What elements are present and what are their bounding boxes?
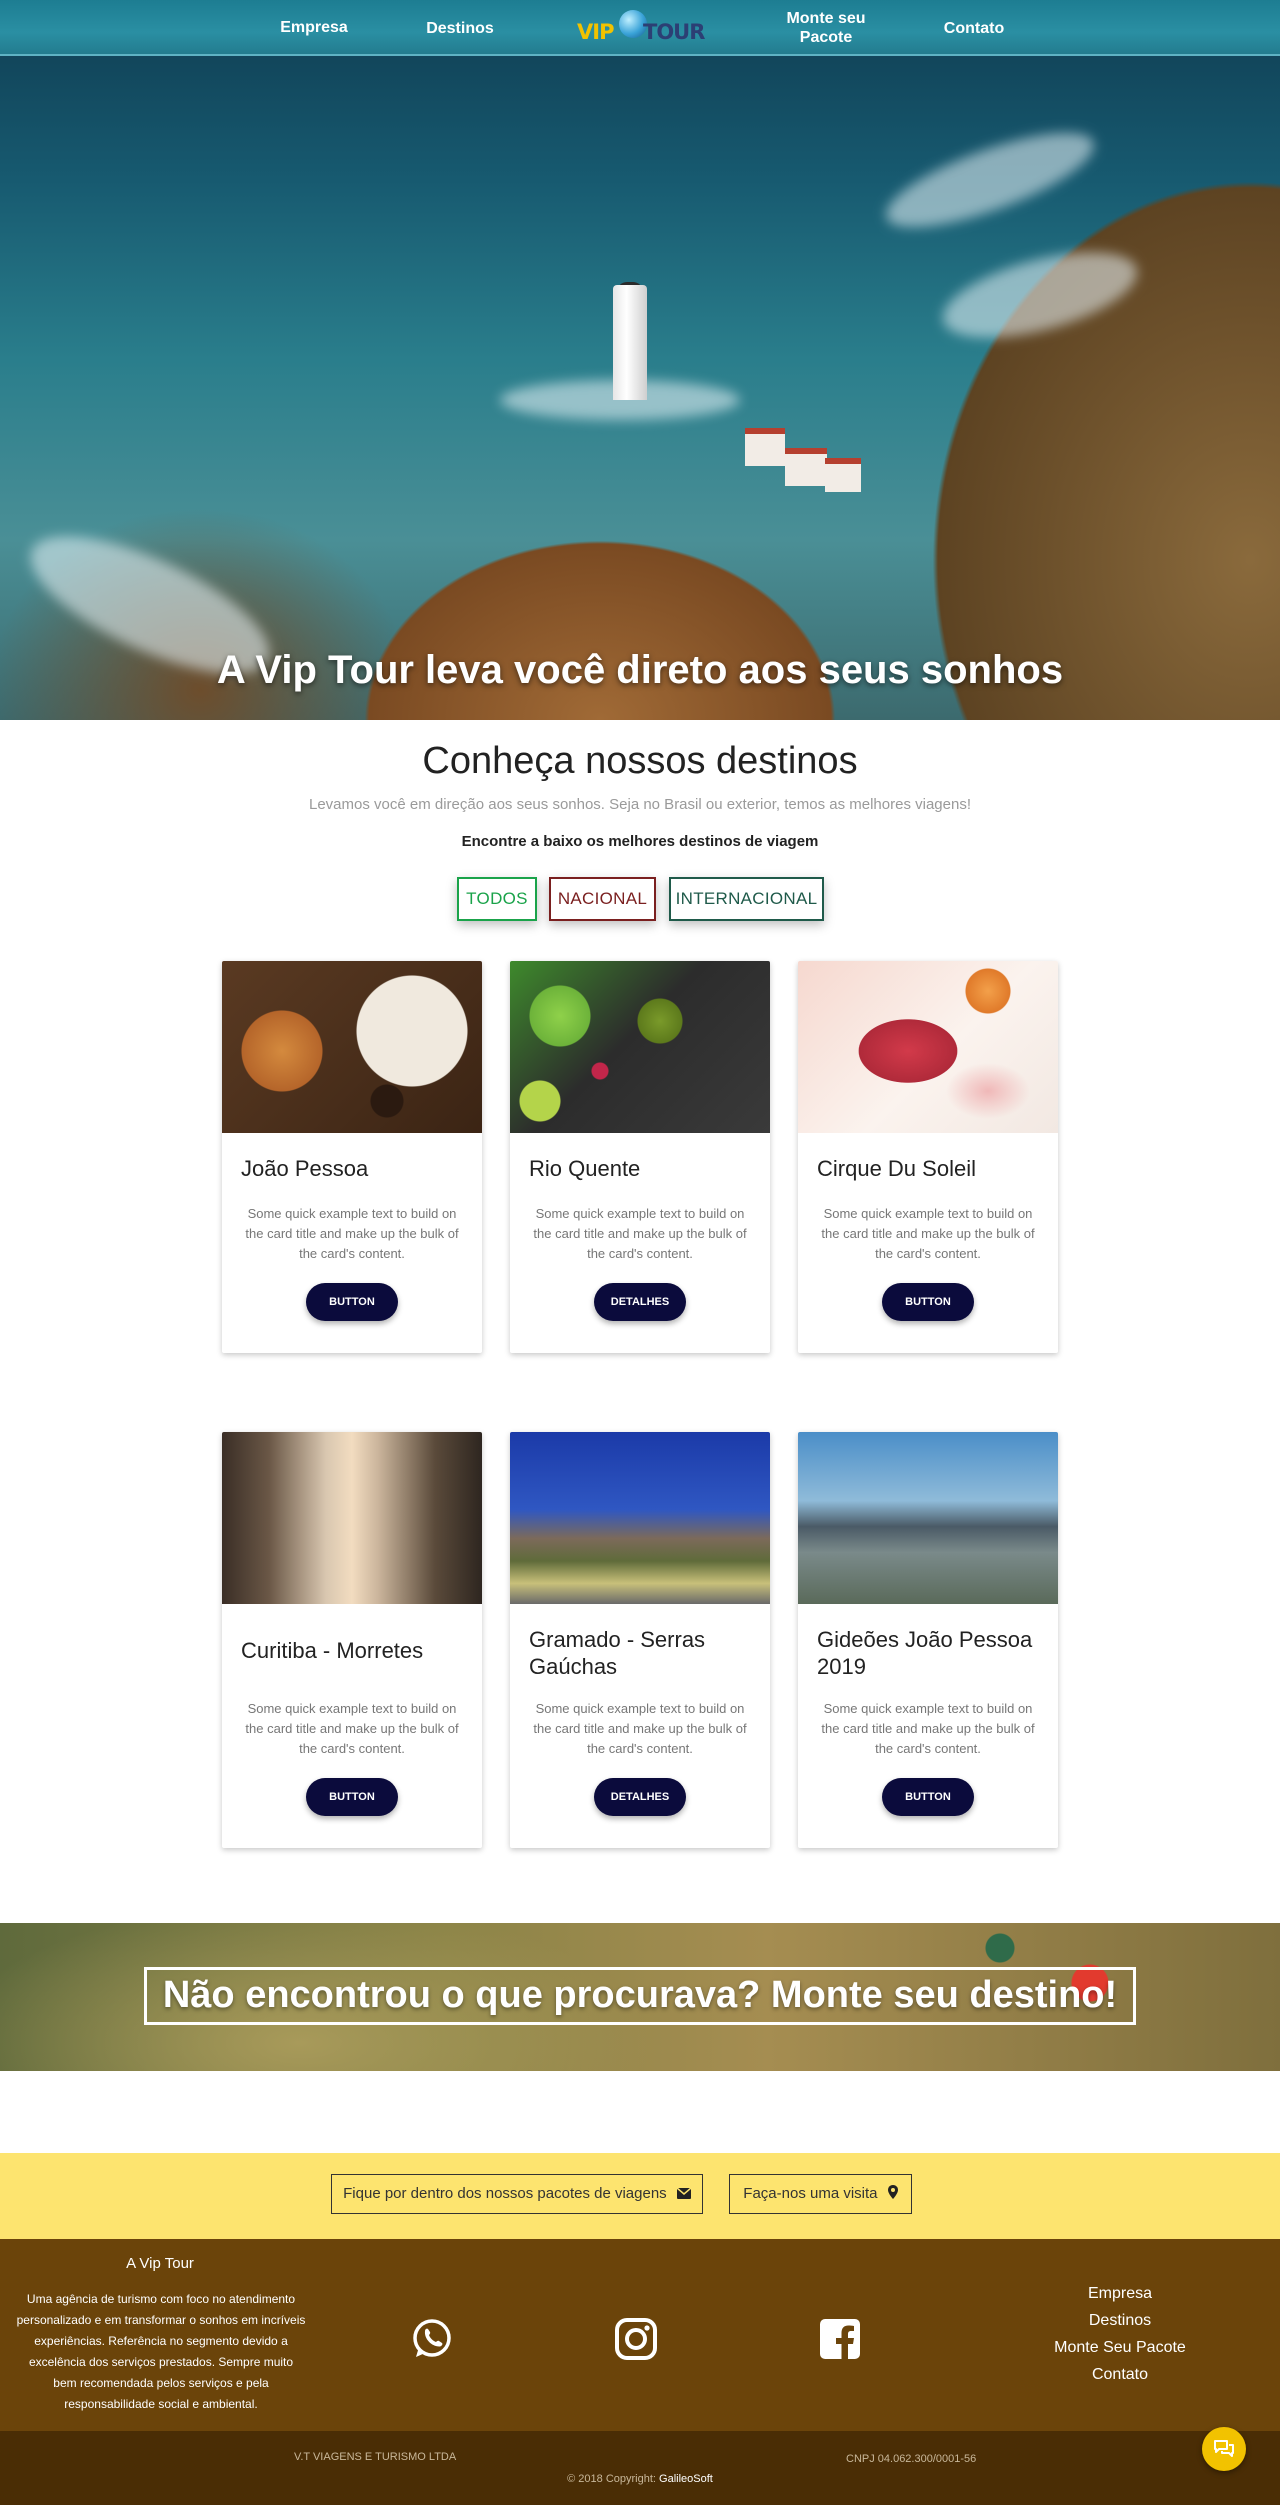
hero-title: A Vip Tour leva você direto aos seus son… [216, 648, 1064, 692]
section-subtitle: Levamos você em direção aos seus sonhos.… [308, 796, 971, 813]
footer: A Vip Tour Uma agência de turismo com fo… [0, 2239, 1280, 2431]
city-photo [798, 1432, 1058, 1604]
card-button[interactable]: DETALHES [594, 1778, 686, 1816]
card-button[interactable]: BUTTON [882, 1778, 974, 1816]
chat-button[interactable] [1202, 2427, 1246, 2471]
instagram-icon[interactable] [614, 2317, 658, 2361]
footer-link-contato[interactable]: Contato [1020, 2366, 1220, 2384]
card-text: Some quick example text to build on the … [533, 1206, 747, 1261]
card-text: Some quick example text to build on the … [821, 1206, 1035, 1261]
destination-card: Gideões João Pessoa 2019 Some quick exam… [798, 1432, 1058, 1848]
food-photo [222, 961, 482, 1133]
copyright-bar: V.T VIAGENS E TURISMO LTDA CNPJ 04.062.3… [0, 2431, 1280, 2505]
card-button[interactable]: BUTTON [306, 1283, 398, 1321]
copyright-link[interactable]: GalileoSoft [659, 2473, 713, 2485]
section-subtitle-bold: Encontre a baixo os melhores destinos de… [461, 833, 819, 850]
footer-link-monte-seu-pacote[interactable]: Monte Seu Pacote [1020, 2339, 1220, 2357]
hero-section: A Vip Tour leva você direto aos seus son… [0, 0, 1280, 720]
banner-cta[interactable]: Não encontrou o que procurava? Monte seu… [144, 1967, 1136, 2025]
dessert-photo [798, 961, 1058, 1133]
facebook-icon[interactable] [818, 2317, 862, 2361]
copyright-text: © 2018 Copyright: GalileoSoft [567, 2473, 713, 2485]
lighthouse-image [613, 285, 647, 400]
card-title: Gideões João Pessoa 2019 [817, 1627, 1033, 1679]
filter-internacional-button[interactable]: INTERNACIONAL [669, 877, 824, 921]
card-text: Some quick example text to build on the … [245, 1701, 459, 1756]
card-text: Some quick example text to build on the … [821, 1701, 1035, 1756]
card-button[interactable]: DETALHES [594, 1283, 686, 1321]
card-title: Gramado - Serras Gaúchas [529, 1627, 706, 1679]
custom-destination-banner: Não encontrou o que procurava? Monte seu… [0, 1923, 1280, 2071]
card-title: Curitiba - Morretes [241, 1638, 424, 1663]
card-text: Some quick example text to build on the … [245, 1206, 459, 1261]
footer-title: A Vip Tour [126, 2255, 194, 2272]
footer-link-destinos[interactable]: Destinos [1020, 2312, 1220, 2330]
newsletter-button[interactable]: Fique por dentro dos nossos pacotes de v… [331, 2174, 703, 2214]
footer-description: Uma agência de turismo com foco no atend… [16, 2292, 306, 2411]
envelope-icon [676, 2186, 692, 2203]
destination-card: João Pessoa Some quick example text to b… [222, 961, 482, 1353]
visit-us-button[interactable]: Faça-nos uma visita [729, 2174, 912, 2214]
newsletter-bar: Fique por dentro dos nossos pacotes de v… [0, 2153, 1280, 2239]
destination-card: Gramado - Serras Gaúchas Some quick exam… [510, 1432, 770, 1848]
card-title: João Pessoa [241, 1156, 369, 1181]
map-marker-icon [887, 2185, 898, 2203]
card-button[interactable]: BUTTON [306, 1778, 398, 1816]
card-title: Cirque Du Soleil [817, 1156, 976, 1181]
filter-nacional-button[interactable]: NACIONAL [549, 877, 656, 921]
footer-link-empresa[interactable]: Empresa [1020, 2285, 1220, 2303]
palms-photo [510, 1432, 770, 1604]
whatsapp-icon[interactable] [410, 2317, 454, 2361]
card-button[interactable]: BUTTON [882, 1283, 974, 1321]
destination-card: Rio Quente Some quick example text to bu… [510, 961, 770, 1353]
nav-item-monte-seu-pacote[interactable]: Monte seu Pacote [770, 9, 882, 47]
filter-todos-button[interactable]: TODOS [457, 877, 537, 921]
cnpj-text: CNPJ 04.062.300/0001-56 [846, 2453, 977, 2465]
destination-card: Cirque Du Soleil Some quick example text… [798, 961, 1058, 1353]
street-photo [222, 1432, 482, 1604]
chat-bubbles-icon [1213, 2439, 1235, 2464]
section-title: Conheça nossos destinos [422, 740, 858, 782]
vip-tour-logo[interactable]: VIP TOUR [575, 6, 705, 50]
salad-photo [510, 961, 770, 1133]
card-text: Some quick example text to build on the … [533, 1701, 747, 1756]
top-navbar: Empresa Destinos VIP TOUR Monte seu Paco… [0, 0, 1280, 56]
nav-item-destinos[interactable]: Destinos [410, 19, 510, 38]
destination-card: Curitiba - Morretes Some quick example t… [222, 1432, 482, 1848]
card-title: Rio Quente [529, 1156, 641, 1181]
nav-item-contato[interactable]: Contato [924, 19, 1024, 38]
company-name: V.T VIAGENS E TURISMO LTDA [294, 2451, 457, 2463]
nav-item-empresa[interactable]: Empresa [262, 18, 366, 37]
